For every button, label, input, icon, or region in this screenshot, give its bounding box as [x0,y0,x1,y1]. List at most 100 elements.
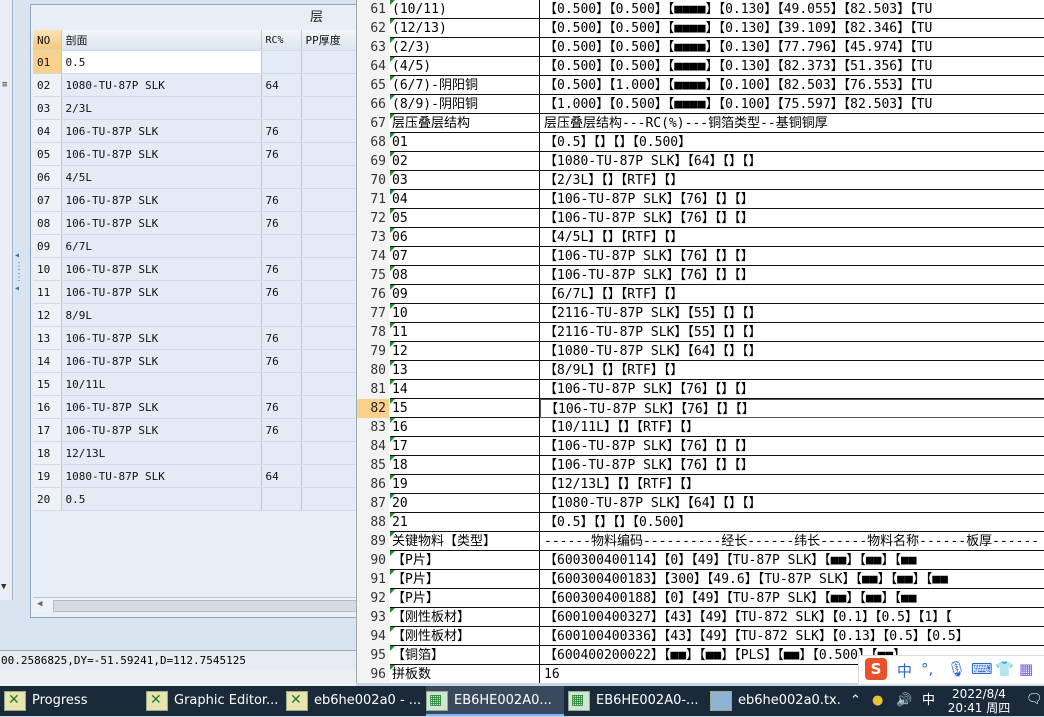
field-name-cell[interactable]: 【刚性板材】 [390,627,540,646]
field-name-cell[interactable]: (6/7)-阴阳铜 [390,76,540,95]
editor-line[interactable]: 68 01 【0.5】【】【】【0.500】 [357,133,1044,152]
pp-thickness-cell[interactable] [301,372,357,396]
editor-line[interactable]: 93 【刚性板材】 【600100400327】【43】【49】【TU-872 SL… [357,608,1044,627]
field-value-cell[interactable]: 【0.500】【0.500】【■■■■】【0.130】【77.796】【45.9… [540,38,1044,57]
row-number[interactable]: 07 [33,188,62,212]
field-value-cell[interactable]: 【0.500】【1.000】【■■■■】【0.100】【82.503】【76.5… [540,76,1044,95]
menu-icon[interactable]: ≡ [2,80,10,90]
editor-line[interactable]: 78 11 【2116-TU-87P SLK】【55】【】【】 [357,323,1044,342]
section-cell[interactable]: 6/7L [61,234,262,258]
grid-row[interactable]: 02 1080-TU-87P SLK 64 [33,73,357,97]
row-number[interactable]: 17 [33,418,62,442]
editor-line[interactable]: 75 08 【106-TU-87P SLK】【76】【】【】 [357,266,1044,285]
grid-row[interactable]: 11 106-TU-87P SLK 76 [33,280,357,304]
rc-cell[interactable]: 76 [261,142,302,166]
row-number[interactable]: 05 [33,142,62,166]
field-value-cell[interactable]: 【600300400183】【300】【49.6】【TU-87P SLK】【■■… [540,570,1044,589]
grid-row[interactable]: 06 4/5L [33,165,357,189]
col-header-rc[interactable]: RC% [261,30,302,51]
security-icon[interactable]: ● [872,686,883,716]
field-value-cell[interactable]: 【0.5】【】【】【0.500】 [540,133,1044,152]
field-name-cell[interactable]: 17 [390,437,540,456]
volume-icon[interactable]: 🔊 [896,686,912,716]
field-name-cell[interactable]: (2/3) [390,38,540,57]
grid-row[interactable]: 16 106-TU-87P SLK 76 [33,395,357,419]
rc-cell[interactable] [261,441,302,465]
field-value-cell[interactable]: 【12/13L】【】【RTF】【】 [540,475,1044,494]
field-value-cell[interactable]: 【1080-TU-87P SLK】【64】【】【】 [540,494,1044,513]
section-cell[interactable]: 1080-TU-87P SLK [61,464,262,488]
stackup-grid[interactable]: NO 剖面 RC% PP厚度 01 0.5 02 1080-TU-87P SLK 64 0… [33,30,357,511]
field-value-cell[interactable]: 【600100400327】【43】【49】【TU-872 SLK】【0.1】【… [540,608,1044,627]
row-number[interactable]: 04 [33,119,62,143]
pp-thickness-cell[interactable] [301,487,357,511]
pp-thickness-cell[interactable] [301,96,357,120]
row-number[interactable]: 12 [33,303,62,327]
editor-line[interactable]: 62 (12/13) 【0.500】【0.500】【■■■■】【0.130】【39.… [357,19,1044,38]
editor-line[interactable]: 91 【P片】 【600300400183】【300】【49.6】【TU-87P S… [357,570,1044,589]
rc-cell[interactable] [261,96,302,120]
rc-cell[interactable]: 76 [261,188,302,212]
rc-cell[interactable] [261,303,302,327]
field-value-cell[interactable]: 【6/7L】【】【RTF】【】 [540,285,1044,304]
row-number[interactable]: 10 [33,257,62,281]
field-name-cell[interactable]: (12/13) [390,19,540,38]
field-name-cell[interactable]: (4/5) [390,57,540,76]
grid-row[interactable]: 09 6/7L [33,234,357,258]
taskbar-item[interactable]: eb6he002a0.tx... [710,686,842,716]
field-name-cell[interactable]: 11 [390,323,540,342]
pp-thickness-cell[interactable] [301,464,357,488]
editor-line[interactable]: 89 关键物料【类型】 ------物料编码----------经长------纬长… [357,532,1044,551]
field-name-cell[interactable]: 16 [390,418,540,437]
keyboard-icon[interactable]: ⌨ [971,660,993,678]
section-cell[interactable]: 2/3L [61,96,262,120]
editor-line[interactable]: 61 (10/11) 【0.500】【0.500】【■■■■】【0.130】【49.… [357,0,1044,19]
row-number[interactable]: 14 [33,349,62,373]
field-value-cell[interactable]: 【4/5L】【】【RTF】【】 [540,228,1044,247]
editor-line[interactable]: 79 12 【1080-TU-87P SLK】【64】【】【】 [357,342,1044,361]
rc-cell[interactable]: 76 [261,326,302,350]
grid-row[interactable]: 08 106-TU-87P SLK 76 [33,211,357,235]
editor-line[interactable]: 69 02 【1080-TU-87P SLK】【64】【】【】 [357,152,1044,171]
field-name-cell[interactable]: 拼板数 [390,665,540,683]
pp-thickness-cell[interactable] [301,441,357,465]
clock[interactable]: 2022/8/4 20:41 周四 [944,686,1014,717]
rc-cell[interactable]: 76 [261,257,302,281]
notification-icon[interactable]: 🗨 [1026,692,1043,707]
horizontal-scrollbar[interactable]: ◀ [33,597,385,612]
section-cell[interactable]: 106-TU-87P SLK [61,418,262,442]
rc-cell[interactable]: 64 [261,73,302,97]
editor-line[interactable]: 88 21 【0.5】【】【】【0.500】 [357,513,1044,532]
row-number[interactable]: 06 [33,165,62,189]
taskbar-item[interactable]: EB6HE002A0... [426,686,564,716]
editor-line[interactable]: 80 13 【8/9L】【】【RTF】【】 [357,361,1044,380]
row-number[interactable]: 19 [33,464,62,488]
field-value-cell[interactable]: 【600300400188】【0】【49】【TU-87P SLK】【■■】【■■… [540,589,1044,608]
rc-cell[interactable]: 64 [261,464,302,488]
row-number[interactable]: 13 [33,326,62,350]
grid-row[interactable]: 15 10/11L [33,372,357,396]
field-value-cell[interactable]: 【106-TU-87P SLK】【76】【】【】 [540,266,1044,285]
editor-line[interactable]: 82 15 【106-TU-87P SLK】【76】【】【】 [357,399,1044,418]
grid-row[interactable]: 05 106-TU-87P SLK 76 [33,142,357,166]
editor-line[interactable]: 74 07 【106-TU-87P SLK】【76】【】【】 [357,247,1044,266]
taskbar-item[interactable]: Progress [4,686,142,716]
taskbar-item[interactable]: Graphic Editor... [146,686,282,716]
pp-thickness-cell[interactable] [301,349,357,373]
pp-thickness-cell[interactable] [301,50,357,74]
field-value-cell[interactable]: 【600300400114】【0】【49】【TU-87P SLK】【■■】【■■… [540,551,1044,570]
field-name-cell[interactable]: 【P片】 [390,551,540,570]
pp-thickness-cell[interactable] [301,257,357,281]
field-name-cell[interactable]: 18 [390,456,540,475]
row-number[interactable]: 18 [33,441,62,465]
section-cell[interactable]: 106-TU-87P SLK [61,257,262,281]
field-value-cell[interactable]: 【106-TU-87P SLK】【76】【】【】 [540,399,1044,418]
taskbar-item[interactable]: EB6HE002A0-... [568,686,706,716]
taskbar-item[interactable]: eb6he002a0 - ... [286,686,422,716]
rc-cell[interactable] [261,165,302,189]
field-name-cell[interactable]: 06 [390,228,540,247]
field-value-cell[interactable]: 【0.500】【0.500】【■■■■】【0.130】【82.373】【51.3… [540,57,1044,76]
col-header-section[interactable]: 剖面 [61,30,262,51]
field-name-cell[interactable]: 05 [390,209,540,228]
section-cell[interactable]: 106-TU-87P SLK [61,280,262,304]
